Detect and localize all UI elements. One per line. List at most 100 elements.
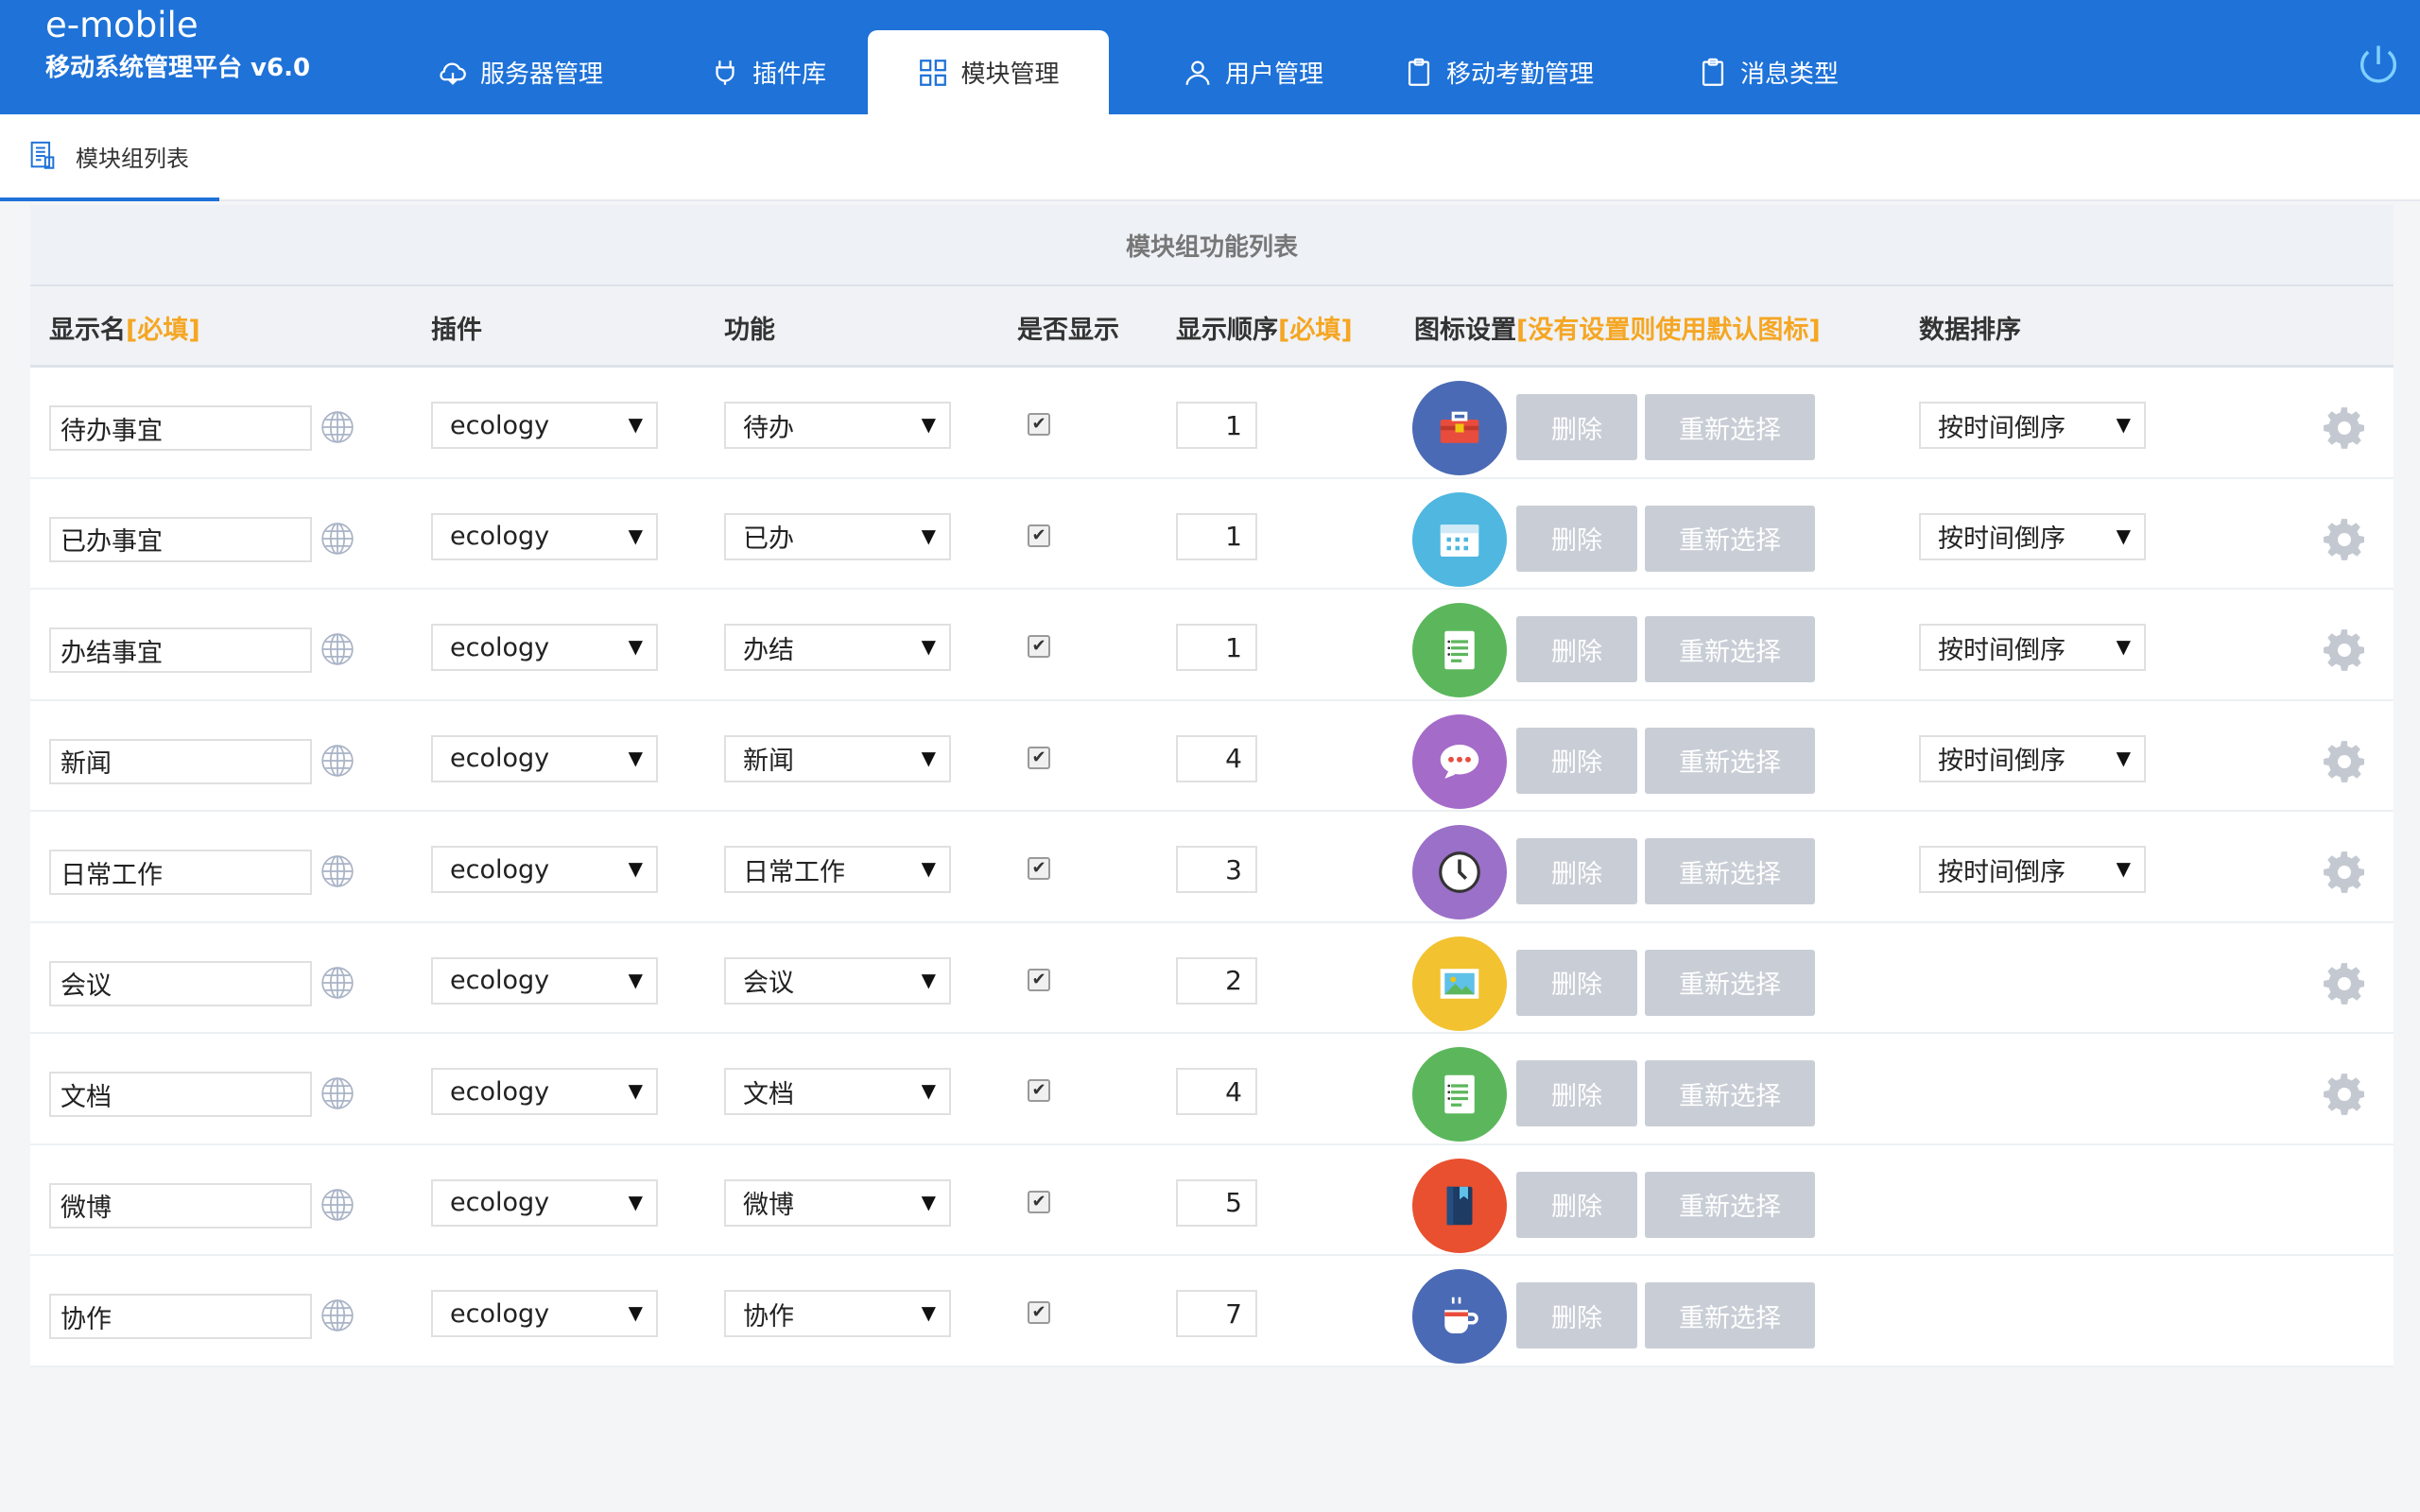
modules-icon: [920, 59, 947, 86]
sort-select[interactable]: 按时间倒序 ▼: [1919, 734, 2146, 782]
plugin-select[interactable]: ecology ▼: [431, 734, 658, 782]
delete-icon-button[interactable]: 删除: [1516, 1282, 1637, 1349]
nav-tab-plugins[interactable]: 插件库: [683, 30, 853, 114]
nav-tab-attendance[interactable]: 移动考勤管理: [1399, 30, 1598, 114]
visible-checkbox[interactable]: ✔: [1028, 635, 1050, 658]
sort-select[interactable]: 按时间倒序 ▼: [1919, 402, 2146, 449]
display-name-input[interactable]: 已办事宜: [49, 516, 312, 562]
function-select[interactable]: 已办 ▼: [724, 512, 951, 560]
plugin-select[interactable]: ecology ▼: [431, 512, 658, 560]
nav-tab-users[interactable]: 用户管理: [1144, 30, 1361, 114]
plugin-select[interactable]: ecology ▼: [431, 1178, 658, 1227]
reselect-icon-button[interactable]: 重新选择: [1645, 1282, 1815, 1349]
plug-icon: [716, 60, 735, 85]
order-input[interactable]: 1: [1176, 512, 1257, 560]
tab-label: 模块组列表: [76, 145, 189, 172]
delete-icon-button[interactable]: 删除: [1516, 394, 1637, 460]
plugin-select[interactable]: ecology ▼: [431, 402, 658, 449]
globe-icon[interactable]: [320, 1297, 355, 1333]
reselect-icon-button[interactable]: 重新选择: [1645, 727, 1815, 794]
globe-icon[interactable]: [320, 631, 355, 667]
globe-icon[interactable]: [320, 409, 355, 445]
globe-icon[interactable]: [320, 1187, 355, 1223]
function-select[interactable]: 日常工作 ▼: [724, 846, 951, 893]
visible-checkbox[interactable]: ✔: [1028, 1190, 1050, 1213]
reselect-icon-button[interactable]: 重新选择: [1645, 505, 1815, 572]
sort-select[interactable]: 按时间倒序 ▼: [1919, 624, 2146, 671]
display-name-input[interactable]: 文档: [49, 1072, 312, 1117]
visible-checkbox[interactable]: ✔: [1028, 968, 1050, 991]
sort-select[interactable]: 按时间倒序 ▼: [1919, 512, 2146, 560]
function-select[interactable]: 微博 ▼: [724, 1178, 951, 1227]
function-select[interactable]: 文档 ▼: [724, 1068, 951, 1115]
visible-checkbox[interactable]: ✔: [1028, 746, 1050, 769]
globe-icon[interactable]: [320, 1075, 355, 1111]
gear-icon[interactable]: [2318, 846, 2371, 899]
visible-checkbox[interactable]: ✔: [1028, 857, 1050, 880]
globe-icon[interactable]: [320, 743, 355, 779]
visible-checkbox[interactable]: ✔: [1028, 413, 1050, 436]
visible-checkbox[interactable]: ✔: [1028, 1079, 1050, 1102]
display-name-input[interactable]: 待办事宜: [49, 405, 312, 451]
display-name-input[interactable]: 协作: [49, 1294, 312, 1339]
order-input[interactable]: 1: [1176, 402, 1257, 449]
order-input[interactable]: 5: [1176, 1178, 1257, 1227]
order-input[interactable]: 3: [1176, 846, 1257, 893]
visible-checkbox[interactable]: ✔: [1028, 524, 1050, 547]
delete-icon-button[interactable]: 删除: [1516, 1060, 1637, 1126]
function-select[interactable]: 新闻 ▼: [724, 734, 951, 782]
order-input[interactable]: 4: [1176, 1068, 1257, 1115]
delete-icon-button[interactable]: 删除: [1516, 838, 1637, 904]
function-select[interactable]: 办结 ▼: [724, 624, 951, 671]
order-input[interactable]: 2: [1176, 956, 1257, 1005]
nav-tab-modules[interactable]: 模块管理: [868, 30, 1109, 114]
plugin-select-value: ecology: [450, 1188, 550, 1217]
nav-tab-server[interactable]: 服务器管理: [416, 30, 624, 114]
display-name-input[interactable]: 会议: [49, 960, 312, 1006]
plugin-select[interactable]: ecology ▼: [431, 1068, 658, 1115]
reselect-icon-button[interactable]: 重新选择: [1645, 616, 1815, 682]
table-row: 文档 ecology ▼ 文档 ▼ ✔ 4 删除 重新选择: [30, 1034, 2394, 1145]
plugin-select[interactable]: ecology ▼: [431, 624, 658, 671]
globe-icon[interactable]: [320, 521, 355, 557]
list-doc-icon: [30, 141, 55, 169]
order-input[interactable]: 1: [1176, 624, 1257, 671]
order-input[interactable]: 4: [1176, 734, 1257, 782]
reselect-icon-button[interactable]: 重新选择: [1645, 1060, 1815, 1126]
sort-select[interactable]: 按时间倒序 ▼: [1919, 846, 2146, 893]
reselect-icon-button[interactable]: 重新选择: [1645, 1171, 1815, 1238]
nav-label: 移动考勤管理: [1445, 60, 1594, 89]
reselect-icon-button[interactable]: 重新选择: [1645, 394, 1815, 460]
delete-icon-button[interactable]: 删除: [1516, 727, 1637, 794]
globe-icon[interactable]: [320, 853, 355, 889]
function-select[interactable]: 会议 ▼: [724, 956, 951, 1005]
visible-checkbox[interactable]: ✔: [1028, 1301, 1050, 1324]
gear-icon[interactable]: [2318, 513, 2371, 566]
delete-icon-button[interactable]: 删除: [1516, 1171, 1637, 1238]
gear-icon[interactable]: [2318, 624, 2371, 677]
gear-icon[interactable]: [2318, 957, 2371, 1010]
reselect-icon-button[interactable]: 重新选择: [1645, 838, 1815, 904]
display-name-input[interactable]: 日常工作: [49, 850, 312, 895]
globe-icon[interactable]: [320, 965, 355, 1001]
plugin-select[interactable]: ecology ▼: [431, 846, 658, 893]
display-name-input[interactable]: 办结事宜: [49, 627, 312, 673]
display-name-input[interactable]: 新闻: [49, 738, 312, 784]
function-select[interactable]: 协作 ▼: [724, 1290, 951, 1337]
display-name-input[interactable]: 微博: [49, 1182, 312, 1228]
order-input[interactable]: 7: [1176, 1290, 1257, 1337]
plugin-select[interactable]: ecology ▼: [431, 1290, 658, 1337]
gear-icon[interactable]: [2318, 735, 2371, 788]
reselect-icon-button[interactable]: 重新选择: [1645, 949, 1815, 1016]
gear-icon[interactable]: [2318, 402, 2371, 455]
delete-icon-button[interactable]: 删除: [1516, 505, 1637, 572]
delete-icon-button[interactable]: 删除: [1516, 616, 1637, 682]
tab-module-group-list[interactable]: 模块组列表: [0, 114, 219, 201]
power-icon[interactable]: [2354, 40, 2403, 89]
gear-icon[interactable]: [2318, 1068, 2371, 1121]
nav-tab-message-types[interactable]: 消息类型: [1683, 30, 1853, 114]
plugin-select[interactable]: ecology ▼: [431, 956, 658, 1005]
function-select[interactable]: 待办 ▼: [724, 402, 951, 449]
dropdown-arrow-icon: ▼: [2116, 524, 2131, 547]
delete-icon-button[interactable]: 删除: [1516, 949, 1637, 1016]
